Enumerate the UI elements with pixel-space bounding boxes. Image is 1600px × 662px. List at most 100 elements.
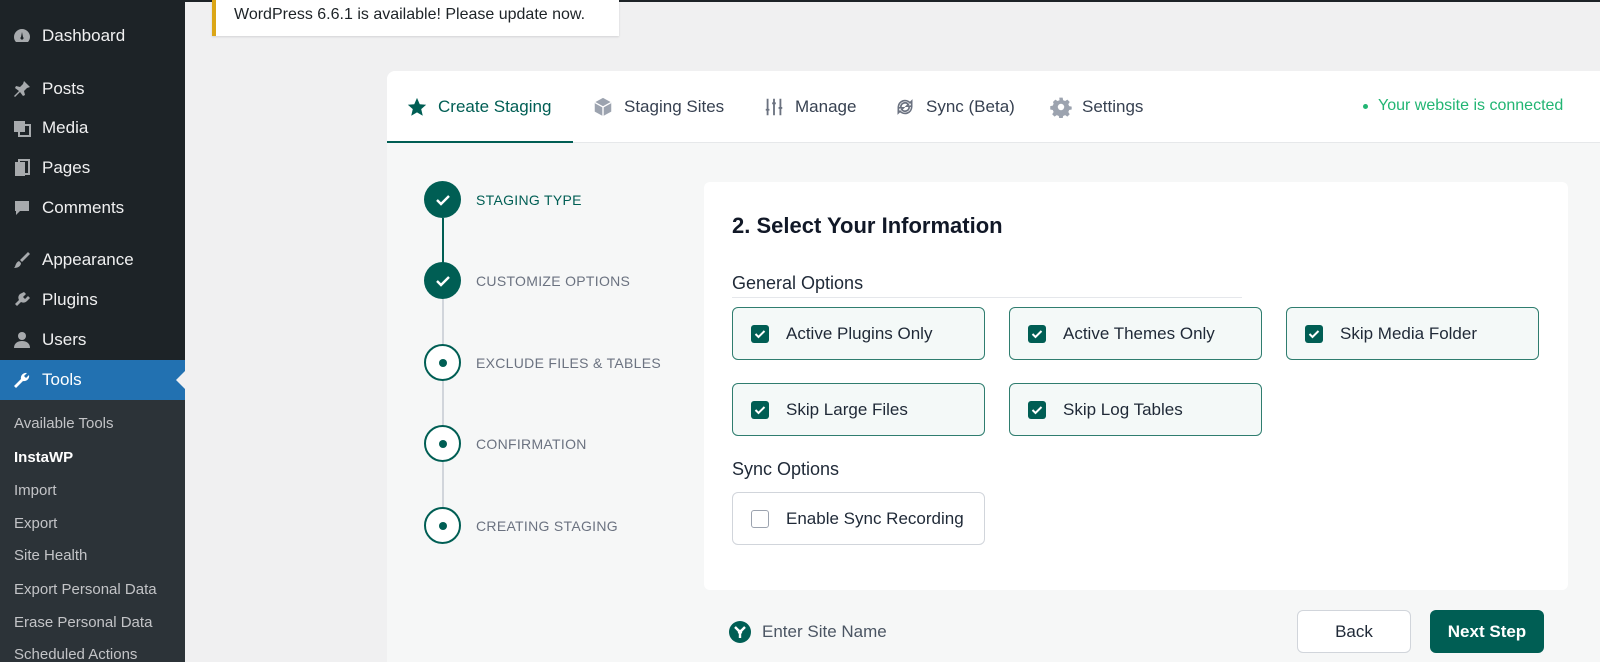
sidebar-item-label: Comments <box>42 198 125 217</box>
pin-icon <box>9 78 35 100</box>
submenu-item-import[interactable]: Import <box>14 482 57 499</box>
back-button[interactable]: Back <box>1297 610 1411 653</box>
checkbox-checked-icon[interactable] <box>1028 400 1046 419</box>
connection-status-text: Your website is connected <box>1378 97 1564 114</box>
step-label: EXCLUDE FILES & TABLES <box>476 354 662 371</box>
update-notice: WordPress 6.6.1 is available! Please upd… <box>212 0 619 36</box>
update-notice-text[interactable]: WordPress 6.6.1 is available! Please upd… <box>234 6 585 23</box>
checkbox-checked-icon[interactable] <box>751 400 769 419</box>
step-connector-done <box>442 218 444 264</box>
plugin-icon <box>9 289 35 311</box>
sidebar-item-dashboard[interactable]: Dashboard <box>0 16 185 56</box>
sidebar-item-label: Dashboard <box>42 26 126 45</box>
option-label: Enable Sync Recording <box>786 508 964 528</box>
pending-step-icon <box>424 344 461 381</box>
checkbox-checked-icon[interactable] <box>1028 324 1046 343</box>
option-active-themes-only[interactable]: Active Themes Only <box>1009 307 1262 360</box>
step-connector <box>442 380 444 427</box>
step-label: STAGING TYPE <box>476 191 582 208</box>
tab-settings[interactable]: Settings <box>1049 71 1143 143</box>
sidebar-item-label: Posts <box>42 79 85 98</box>
sliders-icon <box>762 95 786 119</box>
brush-icon <box>9 249 35 271</box>
sidebar-item-label: Media <box>42 118 89 137</box>
tab-create-staging[interactable]: Create Staging <box>405 71 551 143</box>
option-label: Skip Large Files <box>786 399 908 419</box>
dashboard-icon <box>9 25 35 47</box>
check-icon <box>424 181 461 218</box>
checkbox-checked-icon[interactable] <box>1305 324 1323 343</box>
submenu-item-erase-personal-data[interactable]: Erase Personal Data <box>14 614 152 631</box>
option-skip-large-files[interactable]: Skip Large Files <box>732 383 985 436</box>
step-label: CONFIRMATION <box>476 435 587 452</box>
submenu-item-available-tools[interactable]: Available Tools <box>14 415 114 432</box>
site-name-placeholder[interactable]: Enter Site Name <box>762 622 887 642</box>
tab-label: Sync (Beta) <box>926 97 1015 116</box>
submenu-item-export[interactable]: Export <box>14 515 57 532</box>
general-options-title: General Options <box>732 273 864 293</box>
wrench-icon <box>9 369 35 391</box>
step-exclude-files: EXCLUDE FILES & TABLES <box>424 344 661 381</box>
check-icon <box>424 262 461 299</box>
sidebar-item-label: Users <box>42 330 87 349</box>
submenu-item-export-personal-data[interactable]: Export Personal Data <box>14 581 157 598</box>
step-connector <box>442 298 444 346</box>
sidebar-item-posts[interactable]: Posts <box>0 69 185 109</box>
site-name-field[interactable]: Enter Site Name <box>728 620 887 644</box>
option-label: Active Plugins Only <box>786 323 933 343</box>
option-skip-media-folder[interactable]: Skip Media Folder <box>1286 307 1539 360</box>
tab-label: Staging Sites <box>624 97 725 116</box>
card-title: 2. Select Your Information <box>732 213 1003 238</box>
star-icon <box>405 95 429 119</box>
sidebar-item-label: Appearance <box>42 250 134 269</box>
gear-icon <box>1049 95 1073 119</box>
option-skip-log-tables[interactable]: Skip Log Tables <box>1009 383 1262 436</box>
user-icon <box>9 329 35 351</box>
instawp-logo-icon <box>728 620 752 644</box>
step-creating-staging: CREATING STAGING <box>424 507 618 544</box>
step-label: CUSTOMIZE OPTIONS <box>476 272 631 289</box>
submenu-item-site-health[interactable]: Site Health <box>14 547 87 564</box>
tab-label: Create Staging <box>438 97 552 116</box>
step-staging-type: STAGING TYPE <box>424 181 582 218</box>
submenu-item-scheduled-actions[interactable]: Scheduled Actions <box>14 646 137 662</box>
option-label: Skip Media Folder <box>1340 323 1478 343</box>
sidebar-item-label: Pages <box>42 158 91 177</box>
sync-icon <box>893 95 917 119</box>
step-label: CREATING STAGING <box>476 517 618 534</box>
section-divider <box>732 297 1242 298</box>
tab-manage[interactable]: Manage <box>762 71 856 143</box>
step-confirmation: CONFIRMATION <box>424 425 587 462</box>
checkbox-checked-icon[interactable] <box>751 324 769 343</box>
pending-step-icon <box>424 425 461 462</box>
sidebar-item-appearance[interactable]: Appearance <box>0 240 185 280</box>
sidebar-item-users[interactable]: Users <box>0 320 185 360</box>
tab-sync[interactable]: Sync (Beta) <box>893 71 1015 143</box>
pages-icon <box>9 157 35 179</box>
cube-icon <box>591 95 615 119</box>
submenu-item-instawp[interactable]: InstaWP <box>14 449 73 466</box>
option-label: Skip Log Tables <box>1063 399 1183 419</box>
active-menu-arrow <box>176 371 185 389</box>
sidebar-item-tools[interactable]: Tools <box>0 360 185 400</box>
pending-step-icon <box>424 507 461 544</box>
connection-status: Your website is connected <box>1363 97 1563 115</box>
sidebar-item-pages[interactable]: Pages <box>0 148 185 188</box>
media-icon <box>9 117 35 139</box>
sidebar-item-label: Tools <box>42 370 82 389</box>
step-connector <box>442 462 444 508</box>
step-customize-options: CUSTOMIZE OPTIONS <box>424 262 630 299</box>
sidebar-item-media[interactable]: Media <box>0 108 185 148</box>
sidebar-item-comments[interactable]: Comments <box>0 188 185 228</box>
active-tab-indicator <box>387 141 573 143</box>
comment-icon <box>9 197 35 219</box>
sidebar-item-plugins[interactable]: Plugins <box>0 280 185 320</box>
status-dot <box>1363 103 1368 109</box>
next-step-button[interactable]: Next Step <box>1430 610 1544 653</box>
checkbox-unchecked-icon[interactable] <box>751 509 769 528</box>
sidebar-item-label: Plugins <box>42 290 98 309</box>
option-active-plugins-only[interactable]: Active Plugins Only <box>732 307 985 360</box>
option-enable-sync-recording[interactable]: Enable Sync Recording <box>732 492 985 545</box>
tab-label: Settings <box>1082 97 1144 116</box>
tab-staging-sites[interactable]: Staging Sites <box>591 71 724 143</box>
